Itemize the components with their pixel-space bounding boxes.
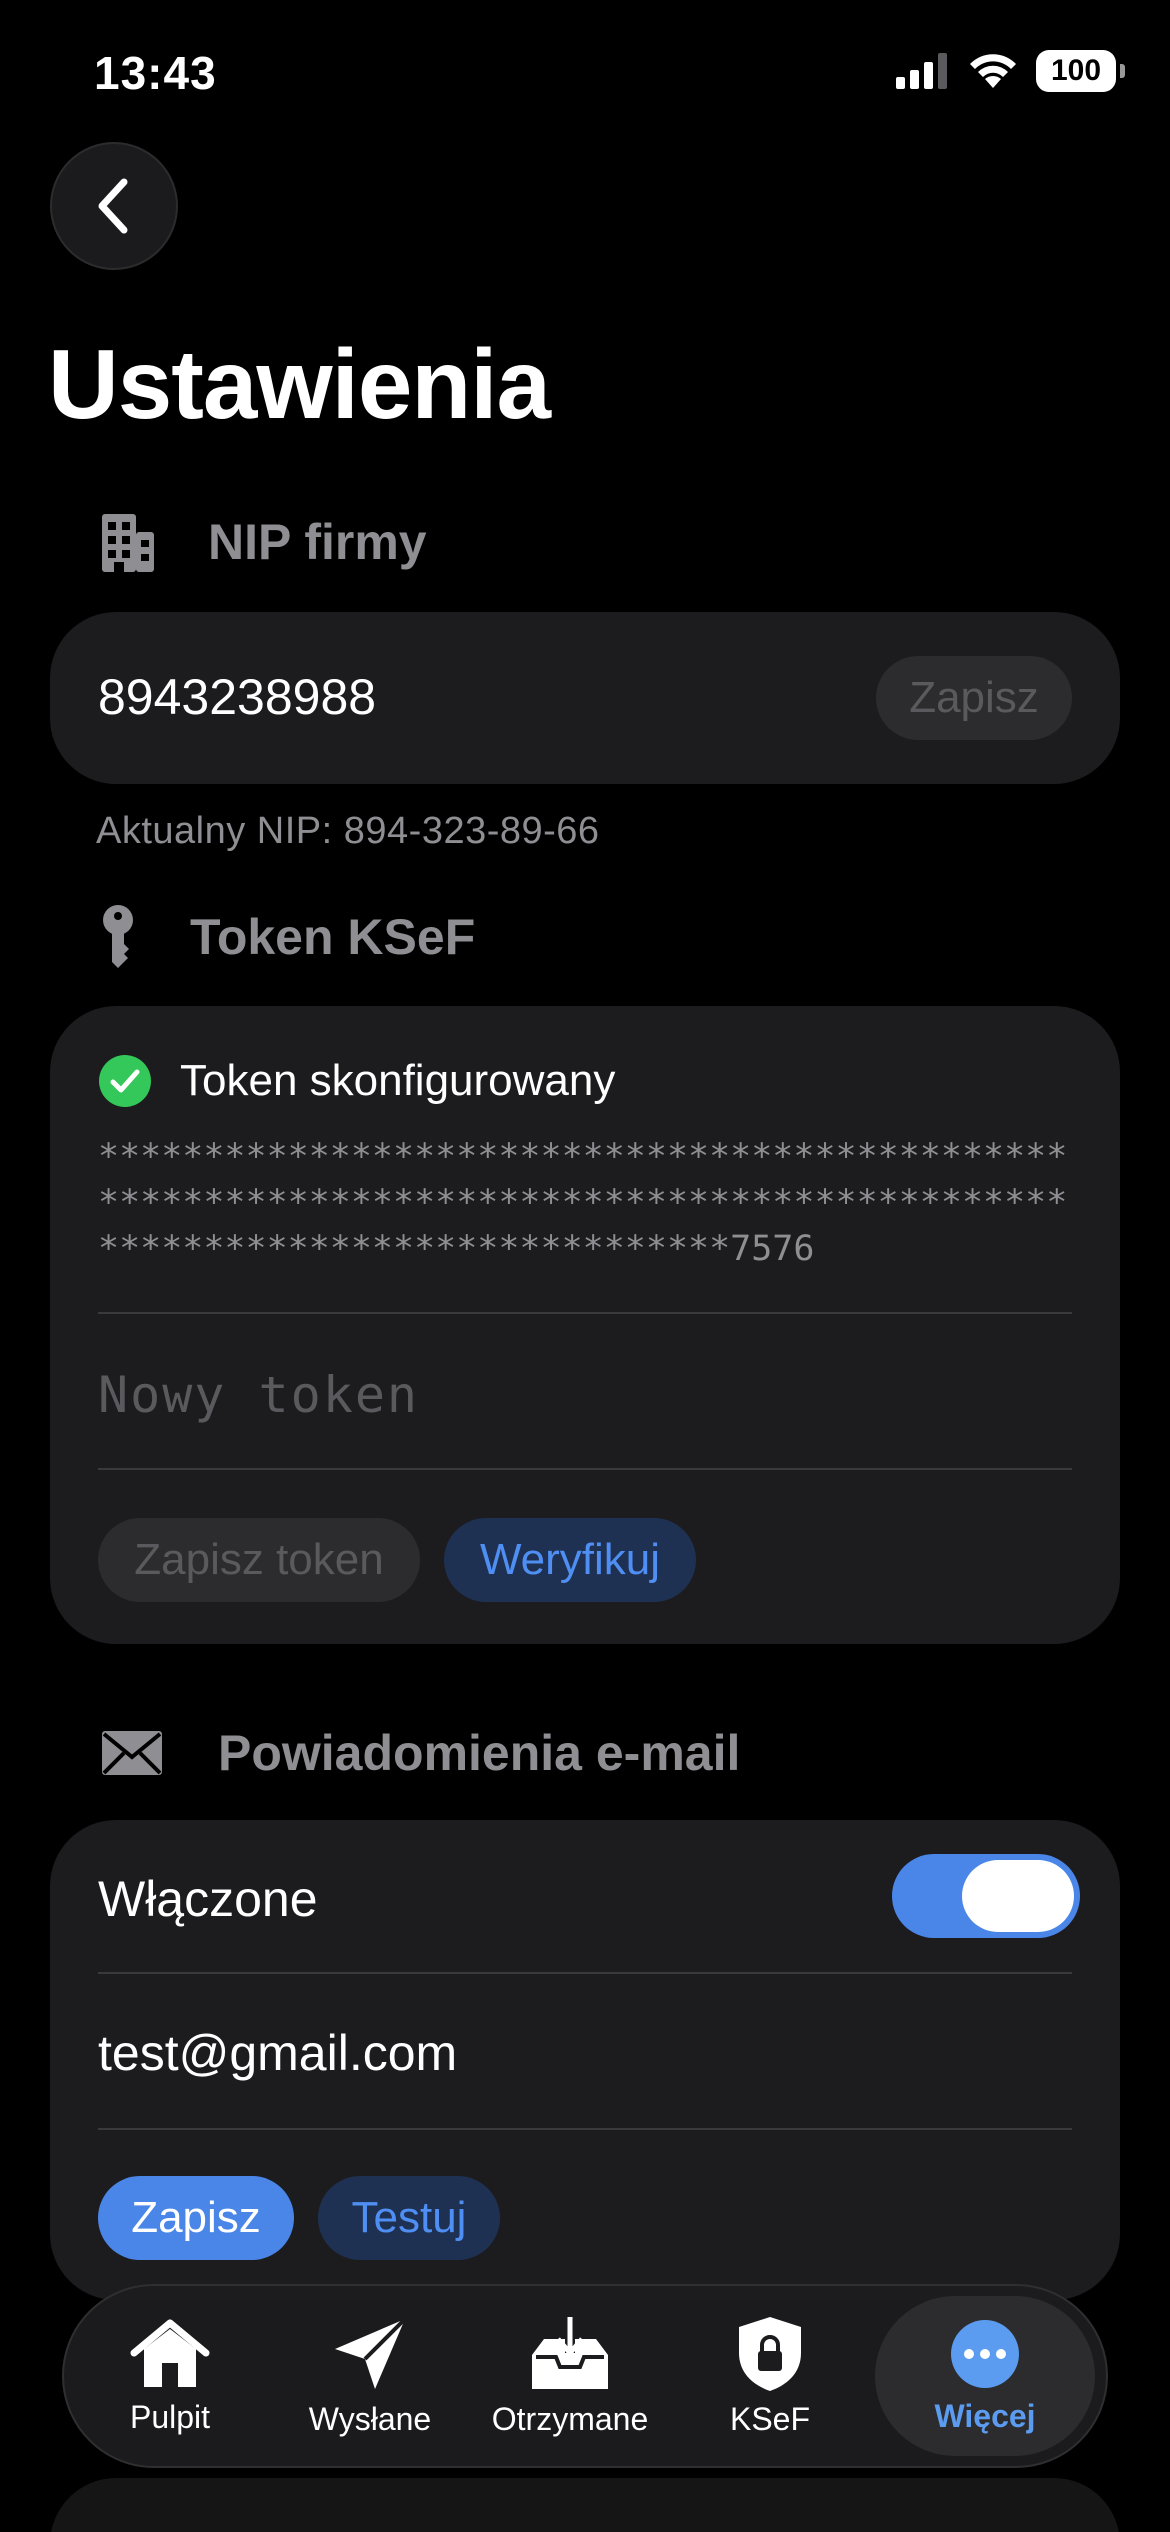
status-icons: 100 xyxy=(896,50,1125,92)
email-save-button[interactable]: Zapisz xyxy=(98,2176,294,2260)
email-enabled-toggle[interactable] xyxy=(892,1854,1080,1938)
token-card: Token skonfigurowany *******************… xyxy=(50,1006,1120,1644)
email-card: Włączone test@gmail.com Zapisz Testuj xyxy=(50,1820,1120,2300)
ellipsis-circle-icon xyxy=(951,2319,1019,2388)
email-section-title: Powiadomienia e-mail xyxy=(218,1725,741,1781)
email-section-header: Powiadomienia e-mail xyxy=(100,1724,740,1782)
tab-otrzymane[interactable]: Otrzymane xyxy=(475,2296,665,2456)
key-icon xyxy=(103,905,133,968)
tab-bar: Pulpit Wysłane Otrzymane KSeF Więcej xyxy=(62,2284,1108,2468)
wifi-icon xyxy=(970,54,1016,88)
page-title: Ustawienia xyxy=(48,329,551,439)
divider xyxy=(98,1468,1072,1470)
lock-shield-icon xyxy=(739,2316,801,2391)
token-section-header: Token KSeF xyxy=(98,904,475,970)
toggle-knob xyxy=(962,1860,1074,1932)
email-input[interactable]: test@gmail.com xyxy=(98,2024,457,2082)
divider xyxy=(98,1312,1072,1314)
building-icon xyxy=(102,514,154,572)
inbox-download-icon xyxy=(532,2316,608,2389)
token-status: Token skonfigurowany xyxy=(98,1054,615,1108)
nip-section-header: NIP firmy xyxy=(98,510,427,574)
divider xyxy=(98,2128,1072,2130)
token-section-title: Token KSeF xyxy=(190,909,476,965)
chevron-left-icon xyxy=(98,178,128,234)
status-time: 13:43 xyxy=(94,47,217,99)
email-test-button[interactable]: Testuj xyxy=(318,2176,500,2260)
house-icon xyxy=(130,2319,210,2387)
nip-card: 8943238988 Zapisz xyxy=(50,612,1120,784)
nip-save-button[interactable]: Zapisz xyxy=(876,656,1072,740)
tab-label: Więcej xyxy=(934,2397,1036,2434)
email-enabled-label: Włączone xyxy=(98,1871,318,1927)
masked-token: ****************************************… xyxy=(98,1137,1068,1269)
tab-wiecej[interactable]: Więcej xyxy=(875,2296,1095,2456)
tab-label: KSeF xyxy=(729,2400,811,2437)
tab-pulpit[interactable]: Pulpit xyxy=(75,2296,265,2456)
next-card-peek xyxy=(50,2478,1120,2532)
back-button[interactable] xyxy=(50,142,178,270)
save-token-button[interactable]: Zapisz token xyxy=(98,1518,420,1602)
verify-button[interactable]: Weryfikuj xyxy=(444,1518,696,1602)
status-bar: 13:43 100 xyxy=(0,0,1170,150)
tab-label: Wysłane xyxy=(308,2400,432,2437)
tab-label: Otrzymane xyxy=(491,2400,649,2437)
divider xyxy=(98,1972,1072,1974)
nip-section-title: NIP firmy xyxy=(208,514,427,570)
tab-label: Pulpit xyxy=(129,2398,211,2435)
envelope-icon xyxy=(102,1731,162,1775)
checkmark-circle-icon xyxy=(99,1055,151,1107)
tab-ksef[interactable]: KSeF xyxy=(675,2296,865,2456)
tab-wyslane[interactable]: Wysłane xyxy=(275,2296,465,2456)
paper-plane-icon xyxy=(335,2317,407,2389)
new-token-input[interactable]: Nowy token xyxy=(98,1366,419,1424)
nip-input[interactable]: 8943238988 xyxy=(98,668,376,726)
cellular-signal-icon xyxy=(896,53,947,89)
current-nip-hint: Aktualny NIP: 894-323-89-66 xyxy=(96,810,600,852)
battery-indicator: 100 xyxy=(1036,50,1125,92)
token-status-text: Token skonfigurowany xyxy=(180,1056,616,1105)
